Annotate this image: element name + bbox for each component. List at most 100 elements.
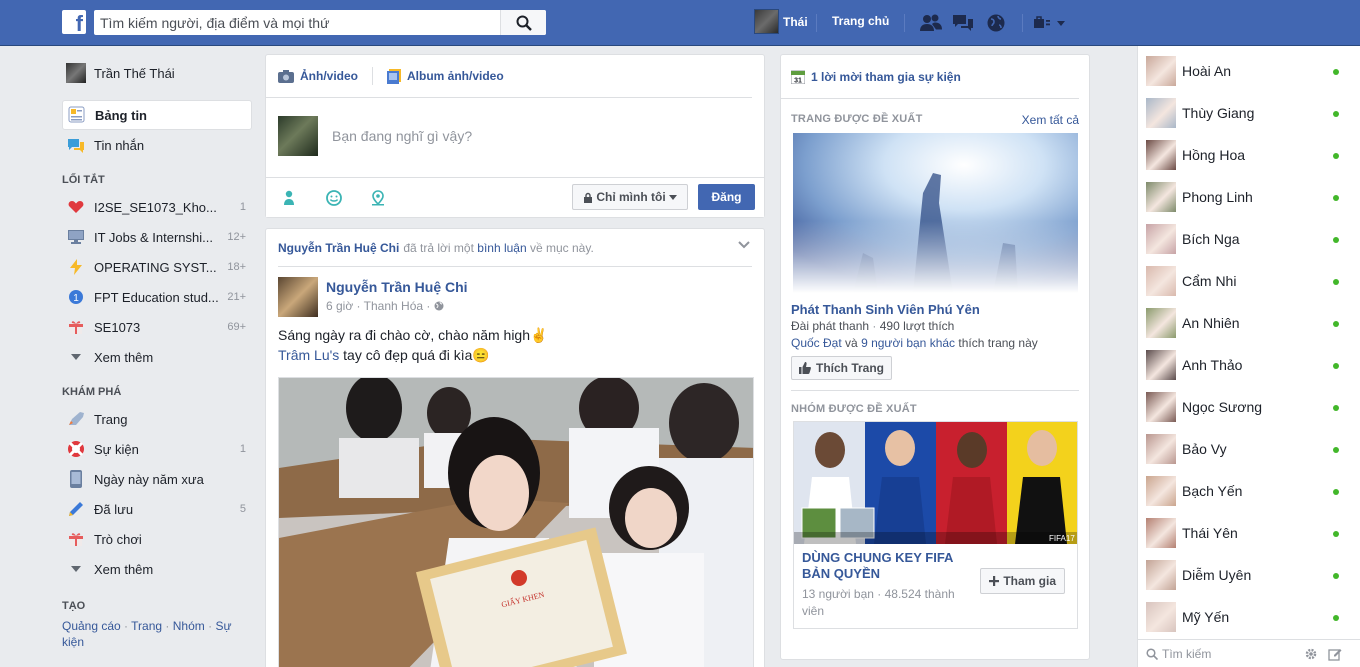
compose-icon[interactable] bbox=[1328, 647, 1342, 661]
chat-search-input[interactable] bbox=[1162, 646, 1302, 661]
suggested-groups-header: NHÓM ĐƯỢC ĐỀ XUẤT bbox=[781, 391, 1089, 421]
chat-contact-name: Bích Nga bbox=[1182, 231, 1240, 247]
lifebuoy-icon bbox=[66, 439, 86, 459]
shortcuts-heading: LỐI TẮT bbox=[62, 174, 105, 186]
story-author-name[interactable]: Nguyễn Trần Huệ Chi bbox=[326, 279, 468, 295]
chat-contact[interactable]: Mỹ Yến bbox=[1138, 596, 1360, 638]
create-group-link[interactable]: Nhóm bbox=[173, 619, 205, 633]
story-photo[interactable]: GIẤY KHEN bbox=[278, 377, 754, 667]
suggested-page-friends: Quốc Đạt và 9 người bạn khác thích trang… bbox=[791, 335, 1079, 352]
left-profile-link[interactable]: Trần Thế Thái bbox=[62, 58, 252, 88]
friend-link[interactable]: Quốc Đạt bbox=[791, 336, 842, 350]
chat-contact[interactable]: Bích Nga bbox=[1138, 218, 1360, 260]
chat-contact[interactable]: Thái Yên bbox=[1138, 512, 1360, 554]
shortcut-item[interactable]: I2SE_SE1073_Kho... 1 bbox=[62, 192, 252, 222]
camera-icon bbox=[278, 69, 294, 83]
tab-album[interactable]: Album ảnh/video bbox=[387, 68, 504, 84]
explore-item-pages[interactable]: Trang bbox=[62, 404, 252, 434]
shortcut-item[interactable]: SE1073 69+ bbox=[62, 312, 252, 342]
suggested-group-image[interactable]: FIFA17 bbox=[794, 422, 1077, 544]
avatar[interactable] bbox=[278, 277, 318, 317]
shortcut-count: 1 bbox=[239, 201, 246, 213]
chat-contact[interactable]: Thùy Giang bbox=[1138, 92, 1360, 134]
avatar bbox=[1146, 392, 1176, 422]
friend-requests-icon[interactable] bbox=[918, 10, 944, 36]
chat-contact-name: Thái Yên bbox=[1182, 525, 1238, 541]
privacy-selector[interactable]: Chỉ mình tôi bbox=[572, 184, 688, 210]
chat-contact[interactable]: Hoài An bbox=[1138, 50, 1360, 92]
fifa-label: FIFA17 bbox=[1049, 534, 1075, 543]
online-status-icon bbox=[1333, 489, 1339, 495]
like-page-button[interactable]: Thích Trang bbox=[791, 356, 893, 380]
see-more-shortcuts[interactable]: Xem thêm bbox=[62, 342, 252, 372]
nav-profile-link[interactable]: Thái bbox=[754, 9, 808, 34]
see-all-link[interactable]: Xem tất cả bbox=[1022, 113, 1079, 127]
tab-divider bbox=[372, 67, 374, 85]
composer-placeholder[interactable]: Bạn đang nghĩ gì vậy? bbox=[332, 128, 472, 144]
story-line: Trâm Lu's tay cô đẹp quá đi kìa😑 bbox=[278, 345, 752, 365]
composer-body[interactable]: Bạn đang nghĩ gì vậy? bbox=[266, 98, 764, 174]
account-menu-icon[interactable] bbox=[1030, 10, 1070, 36]
shortcut-count: 12+ bbox=[227, 231, 246, 243]
tag-friends-icon[interactable] bbox=[280, 188, 300, 208]
story-header-link[interactable]: bình luận bbox=[477, 241, 526, 255]
sidebar-item-messages[interactable]: Tin nhắn bbox=[62, 130, 252, 160]
explore-item-saved[interactable]: Đã lưu 5 bbox=[62, 494, 252, 524]
shortcut-item[interactable]: IT Jobs & Internshi... 12+ bbox=[62, 222, 252, 252]
create-page-link[interactable]: Trang bbox=[131, 619, 162, 633]
shortcut-item[interactable]: 1 FPT Education stud... 21+ bbox=[62, 282, 252, 312]
chat-contact[interactable]: Ngọc Sương bbox=[1138, 386, 1360, 428]
search-button[interactable] bbox=[500, 10, 546, 35]
feeling-icon[interactable] bbox=[324, 188, 344, 208]
chat-contact[interactable]: An Nhiên bbox=[1138, 302, 1360, 344]
messages-icon[interactable] bbox=[950, 10, 976, 36]
suggested-group-name[interactable]: DÙNG CHUNG KEY FIFA BẢN QUYỀN bbox=[802, 550, 972, 582]
see-more-explore[interactable]: Xem thêm bbox=[62, 554, 252, 584]
shortcut-label: IT Jobs & Internshi... bbox=[94, 229, 213, 245]
story-place[interactable]: Thanh Hóa bbox=[364, 299, 423, 313]
suggested-page-image[interactable] bbox=[793, 133, 1078, 293]
mention-link[interactable]: Trâm Lu's bbox=[278, 347, 339, 363]
explore-item-games[interactable]: Trò chơi bbox=[62, 524, 252, 554]
online-status-icon bbox=[1333, 111, 1339, 117]
explore-item-events[interactable]: Sự kiện 1 bbox=[62, 434, 252, 464]
create-ad-link[interactable]: Quảng cáo bbox=[62, 619, 121, 633]
story-time[interactable]: 6 giờ bbox=[326, 299, 353, 313]
suggested-page-name[interactable]: Phát Thanh Sinh Viên Phú Yên bbox=[791, 301, 1079, 318]
notifications-globe-icon[interactable] bbox=[983, 10, 1009, 36]
chat-contact[interactable]: Phong Linh bbox=[1138, 176, 1360, 218]
location-icon[interactable] bbox=[368, 188, 388, 208]
explore-item-memories[interactable]: Ngày này năm xưa bbox=[62, 464, 252, 494]
nav-divider bbox=[1022, 14, 1023, 32]
friends-others-link[interactable]: 9 người bạn khác bbox=[861, 336, 955, 350]
tab-label: Album ảnh/video bbox=[407, 69, 504, 83]
sidebar-item-newsfeed[interactable]: Bảng tin bbox=[62, 100, 252, 130]
newsfeed-icon bbox=[67, 105, 87, 125]
explore-count: 5 bbox=[239, 503, 246, 515]
online-status-icon bbox=[1333, 321, 1339, 327]
chat-contact[interactable]: Bảo Vy bbox=[1138, 428, 1360, 470]
chat-contact[interactable]: Diễm Uyên bbox=[1138, 554, 1360, 596]
chat-contact[interactable]: Anh Thảo bbox=[1138, 344, 1360, 386]
post-button[interactable]: Đăng bbox=[698, 184, 755, 210]
story-header: Nguyễn Trần Huệ Chi đã trả lời một bình … bbox=[278, 229, 752, 267]
chevron-down-icon[interactable] bbox=[738, 241, 750, 249]
facebook-logo-icon[interactable]: f bbox=[62, 10, 86, 34]
avatar bbox=[1146, 350, 1176, 380]
story-header-name[interactable]: Nguyễn Trần Huệ Chi bbox=[278, 241, 399, 255]
event-invite-link[interactable]: 31 1 lời mời tham gia sự kiện bbox=[781, 55, 1079, 99]
search-input[interactable] bbox=[94, 11, 500, 34]
chat-sidebar: Hoài An Thùy Giang Hồng Hoa Phong Linh Bích … bbox=[1137, 46, 1360, 667]
gear-icon[interactable] bbox=[1304, 647, 1318, 661]
tab-photo-video[interactable]: Ảnh/video bbox=[278, 69, 358, 83]
friends-like-text: thích trang này bbox=[958, 336, 1038, 350]
sidebar-item-label: Tin nhắn bbox=[94, 137, 145, 153]
svg-text:1: 1 bbox=[73, 293, 79, 304]
join-group-button[interactable]: Tham gia bbox=[980, 568, 1065, 594]
chat-contact[interactable]: Bạch Yến bbox=[1138, 470, 1360, 512]
online-status-icon bbox=[1333, 405, 1339, 411]
chat-contact[interactable]: Hồng Hoa bbox=[1138, 134, 1360, 176]
chat-contact[interactable]: Cẩm Nhi bbox=[1138, 260, 1360, 302]
nav-home-link[interactable]: Trang chủ bbox=[832, 14, 889, 28]
shortcut-item[interactable]: OPERATING SYST... 18+ bbox=[62, 252, 252, 282]
